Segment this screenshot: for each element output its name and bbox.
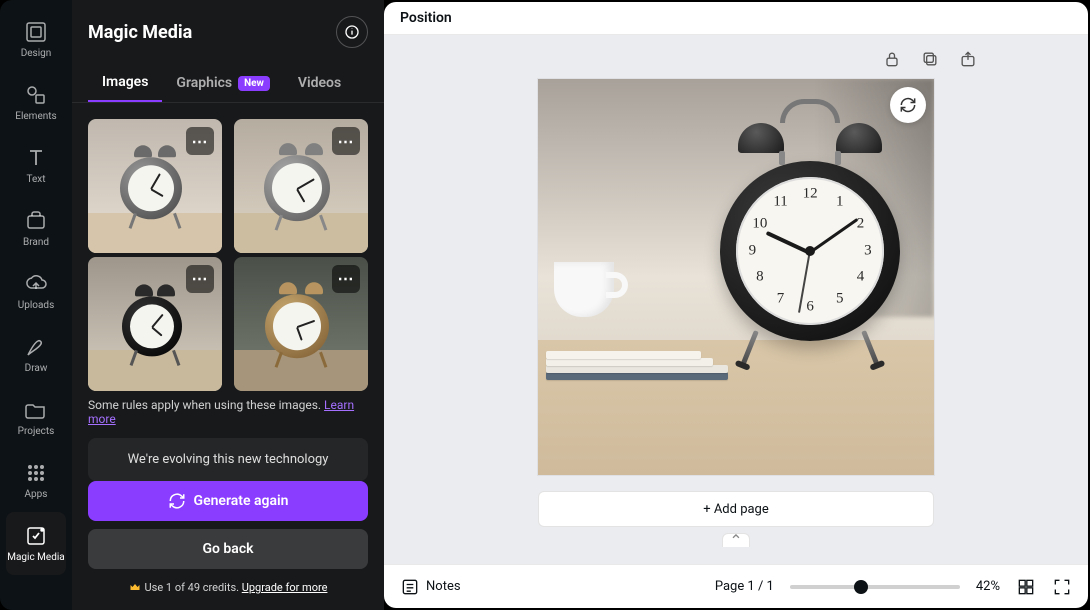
panel-tabs: Images GraphicsNew Videos [72, 64, 384, 103]
evolve-banner: We're evolving this new technology [88, 438, 368, 481]
generate-again-button[interactable]: Generate again [88, 481, 368, 521]
thumbnail-more-button[interactable]: ⋯ [186, 127, 214, 155]
thumbnail-more-button[interactable]: ⋯ [332, 265, 360, 293]
iconbar-magic-media[interactable]: Magic Media [6, 512, 66, 575]
tab-images[interactable]: Images [88, 64, 162, 102]
iconbar-label: Apps [25, 489, 48, 500]
elements-icon [24, 83, 48, 107]
iconbar-label: Design [21, 48, 52, 59]
text-icon [24, 146, 48, 170]
magic-media-icon [24, 524, 48, 548]
side-panel: Magic Media Images GraphicsNew Videos ⋯ … [72, 0, 384, 610]
info-button[interactable] [336, 16, 368, 48]
grid-view-icon[interactable] [1016, 577, 1036, 597]
crown-icon [129, 581, 141, 593]
zoom-slider[interactable] [790, 585, 960, 589]
stage[interactable]: 12 1 2 3 4 5 6 7 8 9 10 11 [384, 35, 1088, 564]
duplicate-icon[interactable] [920, 49, 940, 69]
left-iconbar: Design Elements Text Brand Uploads Draw … [0, 0, 72, 610]
bottom-bar: Notes Page 1 / 1 42% [384, 564, 1088, 608]
expand-icon[interactable] [1052, 577, 1072, 597]
result-thumbnail[interactable]: ⋯ [234, 119, 368, 253]
tab-graphics[interactable]: GraphicsNew [162, 64, 284, 102]
generated-image[interactable]: 12 1 2 3 4 5 6 7 8 9 10 11 [538, 79, 934, 475]
notes-icon [400, 577, 420, 597]
share-icon[interactable] [958, 49, 978, 69]
iconbar-label: Magic Media [7, 552, 64, 563]
iconbar-text[interactable]: Text [0, 134, 72, 197]
result-thumbnail[interactable]: ⋯ [234, 257, 368, 391]
notes-button[interactable]: Notes [400, 577, 461, 597]
iconbar-label: Elements [15, 111, 56, 122]
results-grid: ⋯ ⋯ ⋯ ⋯ [72, 103, 384, 398]
iconbar-label: Draw [25, 363, 48, 374]
zoom-value: 42% [976, 579, 1000, 594]
position-button[interactable]: Position [400, 10, 452, 26]
iconbar-label: Brand [23, 237, 49, 248]
add-page-button[interactable]: + Add page [538, 491, 934, 527]
upgrade-link[interactable]: Upgrade for more [242, 581, 328, 594]
zoom-thumb[interactable] [854, 580, 868, 594]
result-thumbnail[interactable]: ⋯ [88, 257, 222, 391]
draw-icon [24, 335, 48, 359]
design-icon [24, 20, 48, 44]
tab-videos[interactable]: Videos [284, 64, 355, 102]
iconbar-elements[interactable]: Elements [0, 71, 72, 134]
page-action-bar [882, 49, 978, 69]
regenerate-icon [168, 492, 186, 510]
go-back-button[interactable]: Go back [88, 529, 368, 569]
regenerate-fab[interactable] [890, 87, 926, 123]
rules-text: Some rules apply when using these images… [72, 398, 384, 426]
credits-text: Use 1 of 49 credits. Upgrade for more [88, 577, 368, 598]
iconbar-draw[interactable]: Draw [0, 323, 72, 386]
iconbar-projects[interactable]: Projects [0, 386, 72, 449]
apps-icon [24, 461, 48, 485]
panel-title: Magic Media [88, 22, 192, 43]
thumbnail-more-button[interactable]: ⋯ [186, 265, 214, 293]
page-up-button[interactable]: ⌃ [722, 533, 750, 547]
canvas-area: Position [384, 2, 1088, 608]
projects-icon [24, 398, 48, 422]
page-indicator: Page 1 / 1 [715, 579, 774, 594]
artboard[interactable]: 12 1 2 3 4 5 6 7 8 9 10 11 [538, 79, 934, 475]
info-icon [344, 24, 360, 40]
iconbar-uploads[interactable]: Uploads [0, 260, 72, 323]
iconbar-label: Projects [18, 426, 55, 437]
uploads-icon [24, 272, 48, 296]
new-badge: New [238, 76, 270, 91]
top-toolbar: Position [384, 2, 1088, 35]
iconbar-label: Text [26, 174, 45, 185]
lock-icon[interactable] [882, 49, 902, 69]
cycle-icon [898, 95, 918, 115]
thumbnail-more-button[interactable]: ⋯ [332, 127, 360, 155]
iconbar-brand[interactable]: Brand [0, 197, 72, 260]
brand-icon [24, 209, 48, 233]
result-thumbnail[interactable]: ⋯ [88, 119, 222, 253]
iconbar-design[interactable]: Design [0, 8, 72, 71]
iconbar-apps[interactable]: Apps [0, 449, 72, 512]
iconbar-label: Uploads [18, 300, 54, 311]
